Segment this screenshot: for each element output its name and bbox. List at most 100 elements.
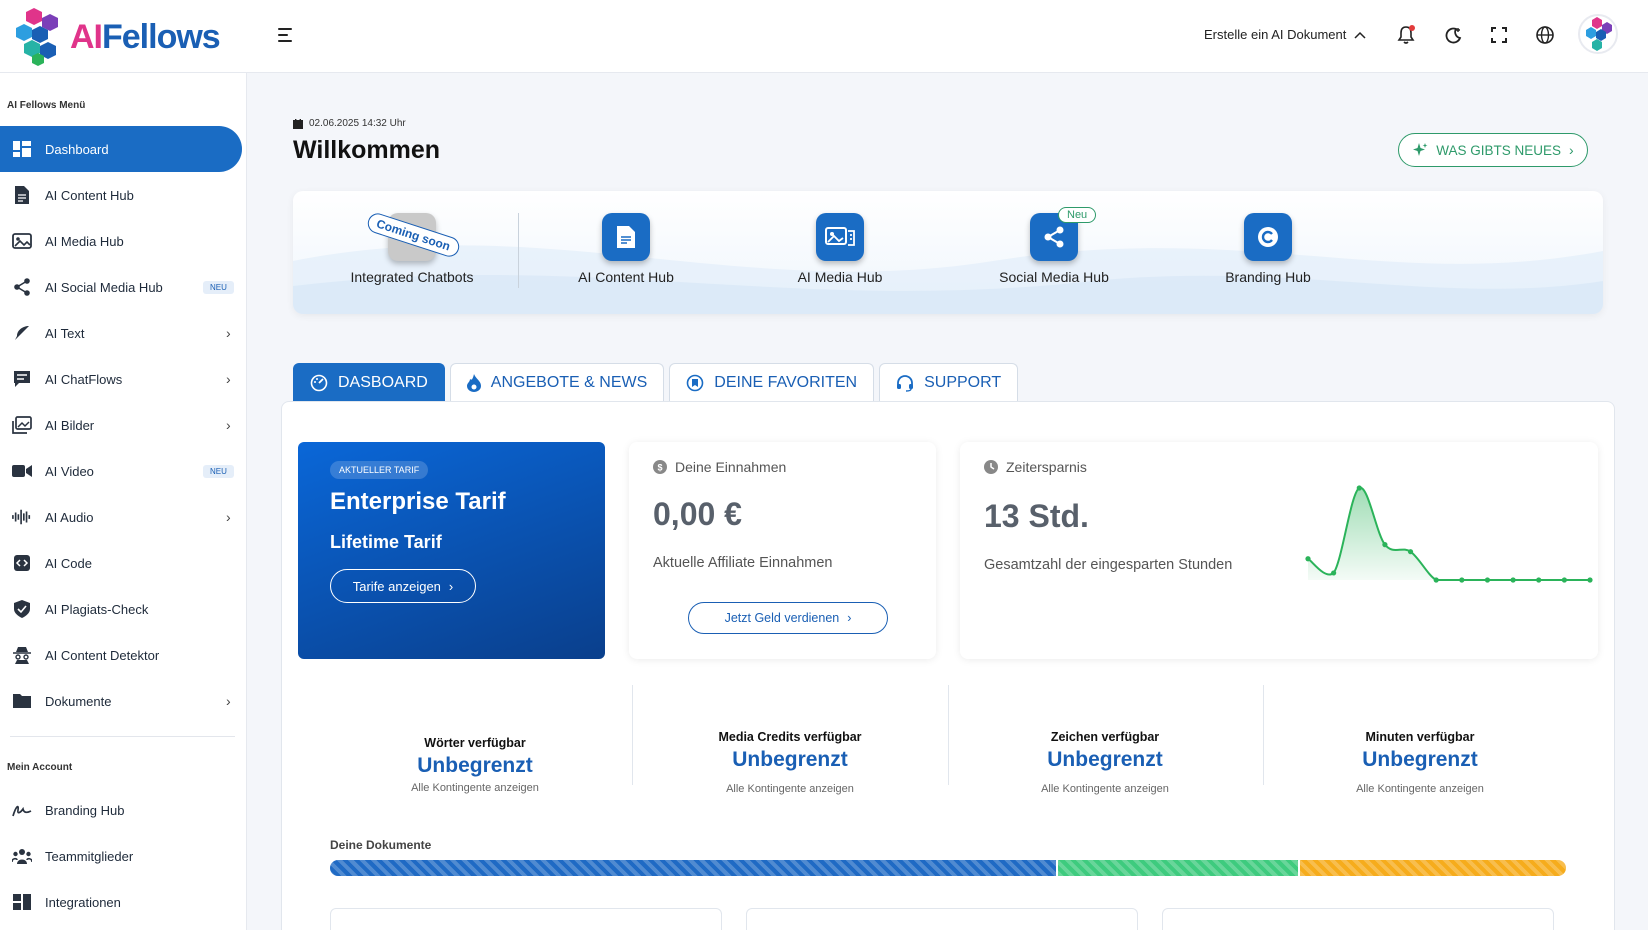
tab-label: DASBOARD xyxy=(338,373,428,391)
credit-value: Unbegrenzt xyxy=(732,748,848,771)
time-savings-card: Zeitersparnis 13 Std. Gesamtzahl der ein… xyxy=(960,442,1598,659)
current-plan-card: AKTUELLER TARIF Enterprise Tarif Lifetim… xyxy=(298,442,605,659)
hub-social-media-hub[interactable]: Neu Social Media Hub xyxy=(954,207,1154,285)
bell-icon[interactable] xyxy=(1395,24,1417,46)
sparkline-point xyxy=(1407,549,1414,555)
sidebar-item-ai-text[interactable]: AI Text › xyxy=(0,310,242,356)
share-icon xyxy=(12,277,32,297)
image-icon xyxy=(12,415,32,435)
sparkline-point xyxy=(1510,577,1516,583)
datetime: 02.06.2025 14:32 Uhr xyxy=(293,118,406,129)
code-icon xyxy=(12,553,32,573)
fullscreen-icon[interactable] xyxy=(1488,24,1510,46)
sidebar-item-label: AI Content Hub xyxy=(45,187,134,203)
document-card[interactable] xyxy=(330,908,722,930)
sidebar-item-dashboard[interactable]: Dashboard xyxy=(0,126,242,172)
hub-ai-content-hub[interactable]: AI Content Hub xyxy=(526,213,726,285)
sparkline-point xyxy=(1382,542,1388,548)
earnings-card: $ Deine Einnahmen 0,00 € Aktuelle Affili… xyxy=(629,442,936,659)
avatar-logo-icon xyxy=(1586,17,1612,51)
sidebar-item-dokumente[interactable]: Dokumente › xyxy=(0,678,242,724)
tab-support[interactable]: SUPPORT xyxy=(879,363,1019,401)
earnings-head-label: Deine Einnahmen xyxy=(675,459,787,475)
documents-bar-segment xyxy=(1297,860,1566,876)
sparkline-point xyxy=(1305,556,1311,562)
sparkline-point xyxy=(1459,577,1465,583)
user-avatar[interactable] xyxy=(1578,14,1618,54)
tab-deine-favoriten[interactable]: DEINE FAVORITEN xyxy=(669,363,875,401)
document-card[interactable] xyxy=(1162,908,1554,930)
tab-label: DEINE FAVORITEN xyxy=(714,373,858,391)
sidebar-item-label: Integrationen xyxy=(45,894,121,910)
hub-label: AI Content Hub xyxy=(578,269,674,285)
credit-separator xyxy=(632,685,633,785)
integration-icon xyxy=(12,892,32,912)
tab-dashboard[interactable]: DASBOARD xyxy=(293,363,445,401)
tab-angebote-news[interactable]: ANGEBOTE & NEWS xyxy=(449,363,665,401)
chevron-right-icon: › xyxy=(226,325,231,341)
document-card[interactable] xyxy=(746,908,1138,930)
hub-integrated-chatbots[interactable]: Coming soon Integrated Chatbots xyxy=(312,210,512,285)
sidebar-item-ai-bilder[interactable]: AI Bilder › xyxy=(0,402,242,448)
chevron-right-icon: › xyxy=(226,371,231,387)
show-plans-button[interactable]: Tarife anzeigen › xyxy=(330,569,476,603)
credit-label: Media Credits verfügbar xyxy=(718,730,862,744)
sidebar-item-branding-hub[interactable]: Branding Hub xyxy=(0,787,242,833)
sparkline-area xyxy=(1308,487,1590,580)
credit-link[interactable]: Alle Kontingente anzeigen xyxy=(325,782,625,794)
credit-link[interactable]: Alle Kontingente anzeigen xyxy=(640,783,940,795)
folder-icon xyxy=(12,691,32,711)
savings-value: 13 Std. xyxy=(984,498,1089,534)
credit-value: Unbegrenzt xyxy=(1362,748,1478,771)
create-doc-dropdown[interactable]: Erstelle ein AI Dokument xyxy=(1204,27,1366,42)
sidebar-item-teammitglieder[interactable]: Teammitglieder xyxy=(0,833,242,879)
sparkline-point xyxy=(1561,577,1567,583)
show-plans-label: Tarife anzeigen xyxy=(352,578,441,594)
menu-toggle-icon[interactable] xyxy=(278,28,296,46)
headset-icon xyxy=(897,374,914,392)
credits-row: Wörter verfügbar Unbegrenzt Alle Konting… xyxy=(298,685,1598,830)
chevron-right-icon: › xyxy=(226,693,231,709)
hub-branding-hub[interactable]: Branding Hub xyxy=(1168,213,1368,285)
logo[interactable]: AIFellows xyxy=(12,8,221,66)
detective-icon xyxy=(12,645,32,665)
sidebar-item-ai-media-hub[interactable]: AI Media Hub xyxy=(0,218,242,264)
dark-mode-icon[interactable] xyxy=(1442,24,1464,46)
sidebar-item-ai-plagiats-check[interactable]: AI Plagiats-Check xyxy=(0,586,242,632)
sidebar-item-label: Branding Hub xyxy=(45,802,125,818)
sidebar-item-label: AI ChatFlows xyxy=(45,371,123,387)
earn-money-button[interactable]: Jetzt Geld verdienen › xyxy=(688,602,888,634)
sidebar-item-ai-audio[interactable]: AI Audio › xyxy=(0,494,242,540)
sidebar-item-integrationen[interactable]: Integrationen xyxy=(0,879,242,925)
media-icon xyxy=(816,213,864,261)
top-header: AIFellows Erstelle ein AI Dokument xyxy=(0,0,1648,73)
sparkline-point xyxy=(1484,577,1491,583)
sidebar-item-label: AI Audio xyxy=(45,509,94,525)
hub-ai-media-hub[interactable]: AI Media Hub xyxy=(740,213,940,285)
credit-link[interactable]: Alle Kontingente anzeigen xyxy=(1270,783,1570,795)
language-globe-icon[interactable] xyxy=(1534,24,1556,46)
hub-separator xyxy=(518,213,519,288)
sparkline-point xyxy=(1536,577,1542,583)
chevron-right-icon: › xyxy=(226,417,231,433)
whats-new-button[interactable]: WAS GIBTS NEUES › xyxy=(1398,133,1588,167)
sidebar-item-label: AI Social Media Hub xyxy=(45,279,163,295)
new-pill: Neu xyxy=(1058,207,1097,223)
credit-value: Unbegrenzt xyxy=(1047,748,1163,771)
sidebar-item-ai-video[interactable]: AI Video NEU xyxy=(0,448,242,494)
sidebar-item-ai-social-media-hub[interactable]: AI Social Media Hub NEU xyxy=(0,264,242,310)
credit-label: Wörter verfügbar xyxy=(424,736,526,750)
sidebar-item-ai-content-hub[interactable]: AI Content Hub xyxy=(0,172,242,218)
logo-fellows-text: Fellows xyxy=(102,17,221,56)
sidebar-item-label: Dokumente xyxy=(45,693,112,709)
sidebar-item-ai-content-detektor[interactable]: AI Content Detektor xyxy=(0,632,242,678)
bookmark-icon xyxy=(686,374,704,391)
sidebar-item-ai-chatflows[interactable]: AI ChatFlows › xyxy=(0,356,242,402)
sidebar-item-label: AI Content Detektor xyxy=(45,647,160,663)
document-icon xyxy=(602,213,650,261)
sidebar-item-ai-code[interactable]: AI Code xyxy=(0,540,242,586)
credit-label: Zeichen verfügbar xyxy=(1050,730,1160,744)
earn-money-label: Jetzt Geld verdienen xyxy=(724,611,840,625)
sparkline-point xyxy=(1356,485,1362,491)
credit-link[interactable]: Alle Kontingente anzeigen xyxy=(955,783,1255,795)
